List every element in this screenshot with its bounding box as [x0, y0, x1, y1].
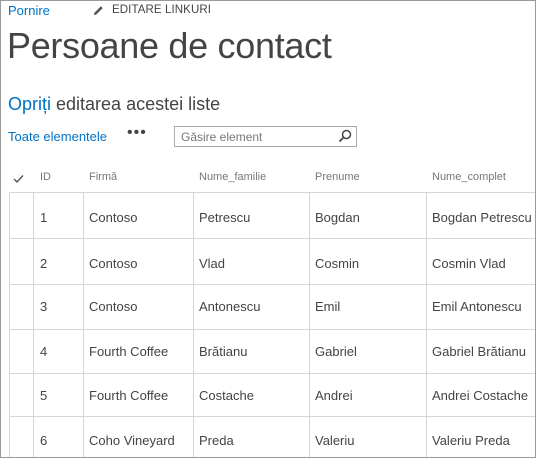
cell-firma: Fourth Coffee [89, 344, 169, 359]
column-divider [9, 193, 10, 457]
search-input[interactable] [175, 127, 331, 146]
checkmark-icon [13, 175, 24, 184]
column-header-nume-complet[interactable]: Nume_complet [432, 171, 506, 191]
cell-firma: Contoso [89, 299, 138, 314]
home-link[interactable]: Pornire [8, 3, 50, 18]
column-divider [193, 193, 194, 457]
cell-prenume: Emil [315, 299, 341, 314]
column-divider [83, 193, 84, 457]
row-divider [9, 373, 535, 374]
column-header-prenume[interactable]: Prenume [315, 171, 360, 191]
cell-nume-familie: Preda [199, 433, 234, 448]
row-divider [9, 238, 535, 239]
view-all-items[interactable]: Toate elementele [8, 129, 107, 144]
cell-nume-complet: Andrei Costache [432, 388, 529, 403]
select-all-checkmark[interactable] [13, 171, 24, 189]
cell-prenume: Gabriel [315, 344, 357, 359]
pencil-icon [93, 5, 103, 15]
column-header-firma[interactable]: Firmă [89, 171, 117, 191]
cell-id: 2 [40, 256, 48, 271]
cell-nume-complet: Valeriu Preda [432, 433, 510, 448]
cell-nume-complet: Emil Antonescu [432, 299, 522, 314]
cell-id: 6 [40, 433, 48, 448]
cell-nume-familie: Antonescu [199, 299, 261, 314]
cell-prenume: Bogdan [315, 210, 360, 225]
header-divider [9, 192, 535, 193]
cell-nume-familie: Costache [199, 388, 254, 403]
cell-firma: Contoso [89, 256, 138, 271]
cell-prenume: Andrei [315, 388, 353, 403]
column-header-id[interactable]: ID [40, 171, 51, 191]
cell-firma: Coho Vineyard [89, 433, 175, 448]
search-box [174, 126, 357, 147]
edit-links-label: EDITARE LINKURI [112, 4, 212, 16]
stop-editing-link[interactable]: Opriți [8, 94, 51, 114]
cell-id: 5 [40, 388, 48, 403]
row-divider [9, 416, 535, 417]
row-divider [9, 329, 535, 330]
cell-nume-familie: Petrescu [199, 210, 251, 225]
page-title: Persoane de contact [7, 25, 332, 66]
cell-nume-familie: Vlad [199, 256, 226, 271]
page-frame: Pornire EDITARE LINKURI Persoane de cont… [0, 0, 536, 458]
cell-firma: Contoso [89, 210, 138, 225]
cell-firma: Fourth Coffee [89, 388, 169, 403]
cell-nume-familie: Brătianu [199, 344, 248, 359]
more-options-button[interactable]: ••• [127, 124, 147, 142]
cell-prenume: Valeriu [315, 433, 355, 448]
cell-id: 4 [40, 344, 48, 359]
edit-links-button[interactable]: EDITARE LINKURI [93, 4, 211, 16]
row-divider [9, 284, 535, 285]
search-icon[interactable] [338, 129, 352, 148]
cell-nume-complet: Bogdan Petrescu [432, 210, 532, 225]
cell-nume-complet: Gabriel Brătianu [432, 344, 526, 359]
cell-nume-complet: Cosmin Vlad [432, 256, 506, 271]
column-divider [309, 193, 310, 457]
edit-notice-text: editarea acestei liste [51, 94, 221, 114]
column-divider [33, 193, 34, 457]
edit-notice: Opriți editarea acestei liste [8, 94, 220, 115]
cell-id: 3 [40, 299, 48, 314]
column-divider [426, 193, 427, 457]
cell-prenume: Cosmin [315, 256, 360, 271]
column-header-nume-familie[interactable]: Nume_familie [199, 171, 266, 191]
cell-id: 1 [40, 210, 48, 225]
